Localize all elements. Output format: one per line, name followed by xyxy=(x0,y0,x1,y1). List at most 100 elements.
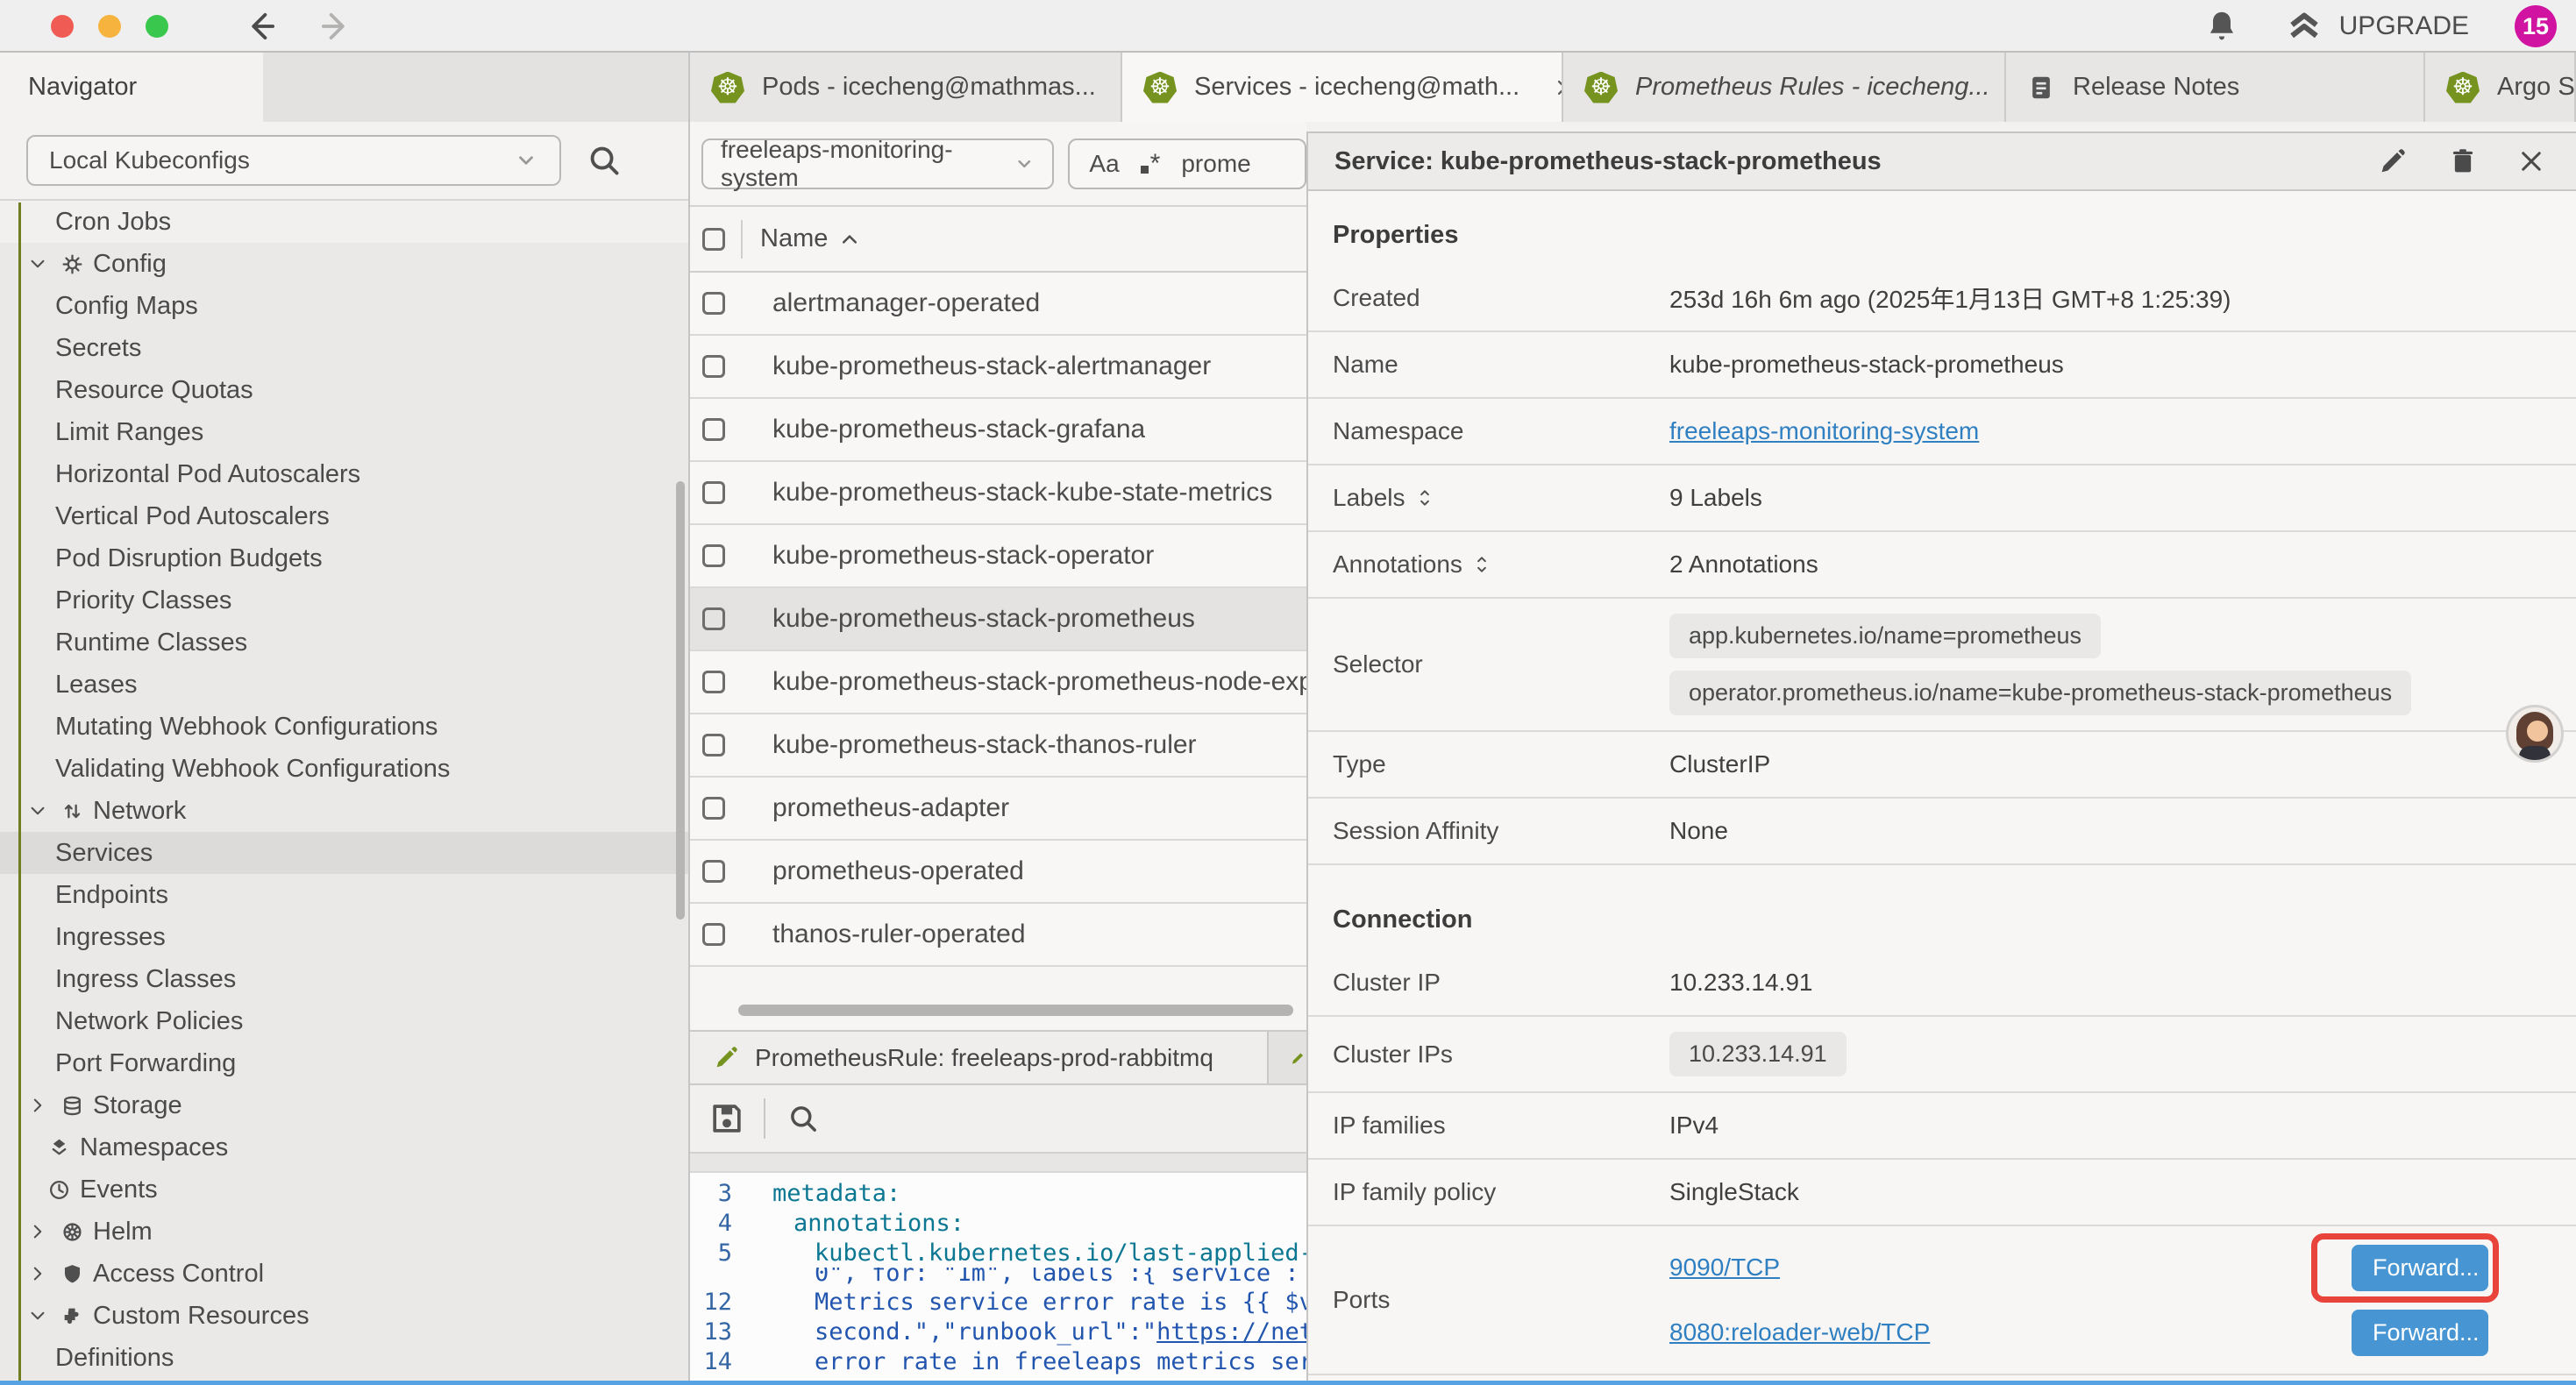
forward-button[interactable]: Forward... xyxy=(2352,1245,2488,1291)
row-checkbox[interactable] xyxy=(702,418,725,441)
row-checkbox[interactable] xyxy=(702,544,725,567)
table-row-kube-prometheus-stack-operator[interactable]: kube-prometheus-stack-operator xyxy=(690,525,1306,588)
row-checkbox[interactable] xyxy=(702,671,725,693)
back-button[interactable] xyxy=(244,10,279,43)
code-link[interactable]: https://net xyxy=(1156,1318,1306,1346)
row-checkbox[interactable] xyxy=(702,797,725,820)
chevron-right-icon[interactable] xyxy=(25,1095,51,1116)
sidebar-item-namespaces[interactable]: Namespaces xyxy=(0,1126,688,1168)
row-checkbox[interactable] xyxy=(702,292,725,315)
sidebar-item-services[interactable]: Services xyxy=(0,832,688,874)
forward-button[interactable]: Forward... xyxy=(2352,1310,2488,1356)
sidebar-item-resource-quotas[interactable]: Resource Quotas xyxy=(0,369,688,411)
bell-icon[interactable] xyxy=(2204,8,2239,45)
table-row-kube-prometheus-stack-prometheus[interactable]: kube-prometheus-stack-prometheus xyxy=(690,588,1306,651)
zoom-window-button[interactable] xyxy=(146,15,168,38)
sidebar-item-leases[interactable]: Leases xyxy=(0,664,688,706)
row-checkbox[interactable] xyxy=(702,734,725,756)
namespace-select-value: freeleaps-monitoring-system xyxy=(721,136,1014,192)
sidebar-item-ingress-classes[interactable]: Ingress Classes xyxy=(0,958,688,1000)
sidebar-search-icon[interactable] xyxy=(586,142,623,179)
sidebar-item-config-maps[interactable]: Config Maps xyxy=(0,285,688,327)
tab-release-notes[interactable]: Release Notes xyxy=(2006,53,2425,122)
sidebar-item-runtime-classes[interactable]: Runtime Classes xyxy=(0,621,688,664)
row-checkbox[interactable] xyxy=(702,355,725,378)
sidebar-item-access-control[interactable]: Access Control xyxy=(0,1253,688,1295)
chevron-down-icon[interactable] xyxy=(25,1305,51,1326)
table-row-thanos-ruler-operated[interactable]: thanos-ruler-operated xyxy=(690,904,1306,967)
sidebar-item-cron-jobs[interactable]: Cron Jobs xyxy=(0,201,688,243)
editor-tab-next-partial[interactable] xyxy=(1269,1032,1306,1083)
horizontal-scrollbar[interactable] xyxy=(738,1005,1293,1016)
table-row-prometheus-adapter[interactable]: prometheus-adapter xyxy=(690,778,1306,841)
minimize-window-button[interactable] xyxy=(98,15,121,38)
tab-pods-icecheng-mathmas[interactable]: ☸Pods - icecheng@mathmas... xyxy=(690,53,1122,122)
regex-toggle[interactable]: * xyxy=(1141,149,1161,179)
sidebar-item-limit-ranges[interactable]: Limit Ranges xyxy=(0,411,688,453)
row-checkbox[interactable] xyxy=(702,860,725,883)
table-row-alertmanager-operated[interactable]: alertmanager-operated xyxy=(690,273,1306,336)
sort-toggle-icon[interactable] xyxy=(1416,487,1434,509)
table-row-prometheus-operated[interactable]: prometheus-operated xyxy=(690,841,1306,904)
sidebar-item-storage[interactable]: Storage xyxy=(0,1084,688,1126)
save-button[interactable] xyxy=(709,1101,744,1136)
port-link-9090-tcp[interactable]: 9090/TCP xyxy=(1669,1254,1780,1282)
namespace-select[interactable]: freeleaps-monitoring-system xyxy=(701,138,1054,189)
editor-search-icon[interactable] xyxy=(786,1102,820,1135)
close-panel-icon[interactable] xyxy=(2518,148,2544,174)
yaml-editor[interactable]: 3metadata:4annotations:5kubectl.kubernet… xyxy=(690,1173,1306,1385)
table-row-kube-prometheus-stack-grafana[interactable]: kube-prometheus-stack-grafana xyxy=(690,399,1306,462)
chevron-right-icon[interactable] xyxy=(25,1263,51,1284)
tab-argo-se[interactable]: ☸Argo Se xyxy=(2425,53,2576,122)
chevron-down-icon[interactable] xyxy=(25,253,51,274)
sidebar-item-endpoints[interactable]: Endpoints xyxy=(0,874,688,916)
sidebar-item-mutating-webhook-configurations[interactable]: Mutating Webhook Configurations xyxy=(0,706,688,748)
close-tab-icon[interactable] xyxy=(1555,77,1563,98)
sidebar-item-definitions[interactable]: Definitions xyxy=(0,1337,688,1379)
kubeconfig-select[interactable]: Local Kubeconfigs xyxy=(26,135,561,186)
close-window-button[interactable] xyxy=(51,15,74,38)
sidebar-item-events[interactable]: Events xyxy=(0,1168,688,1211)
table-row-kube-prometheus-stack-thanos-ruler[interactable]: kube-prometheus-stack-thanos-ruler xyxy=(690,714,1306,778)
select-all-checkbox[interactable] xyxy=(702,228,725,251)
tab-prometheus-rules-icecheng[interactable]: ☸Prometheus Rules - icecheng... xyxy=(1563,53,2006,122)
sidebar-item-secrets[interactable]: Secrets xyxy=(0,327,688,369)
name-column-header[interactable]: Name xyxy=(741,220,859,259)
sidebar-item-config[interactable]: Config xyxy=(0,243,688,285)
sort-toggle-icon[interactable] xyxy=(1473,553,1491,576)
sidebar-scrollbar[interactable] xyxy=(676,481,685,920)
table-row-kube-prometheus-stack-alertmanager[interactable]: kube-prometheus-stack-alertmanager xyxy=(690,336,1306,399)
sidebar-item-port-forwarding[interactable]: Port Forwarding xyxy=(0,1042,688,1084)
navigator-tab[interactable]: Navigator xyxy=(0,53,263,122)
sidebar-item-vertical-pod-autoscalers[interactable]: Vertical Pod Autoscalers xyxy=(0,495,688,537)
chevron-right-icon[interactable] xyxy=(25,1221,51,1242)
editor-tab-prometheusrule[interactable]: PrometheusRule: freeleaps-prod-rabbitmq xyxy=(690,1032,1269,1083)
property-label: Created xyxy=(1308,284,1669,312)
sidebar-item-horizontal-pod-autoscalers[interactable]: Horizontal Pod Autoscalers xyxy=(0,453,688,495)
port-link-8080-reloader-web-tcp[interactable]: 8080:reloader-web/TCP xyxy=(1669,1318,1930,1346)
table-search-input[interactable]: Aa * prome xyxy=(1068,138,1306,189)
sidebar-item-network-policies[interactable]: Network Policies xyxy=(0,1000,688,1042)
sidebar-item-network[interactable]: Network xyxy=(0,790,688,832)
sidebar-item-validating-webhook-configurations[interactable]: Validating Webhook Configurations xyxy=(0,748,688,790)
sidebar-item-ingresses[interactable]: Ingresses xyxy=(0,916,688,958)
upgrade-button[interactable]: UPGRADE xyxy=(2285,9,2469,44)
chevron-down-icon[interactable] xyxy=(25,800,51,821)
assistant-avatar[interactable] xyxy=(2506,705,2564,763)
sidebar-item-pod-disruption-budgets[interactable]: Pod Disruption Budgets xyxy=(0,537,688,579)
delete-button[interactable] xyxy=(2448,146,2478,177)
forward-button[interactable] xyxy=(317,10,352,43)
table-row-kube-prometheus-stack-kube-state-metrics[interactable]: kube-prometheus-stack-kube-state-metrics xyxy=(690,462,1306,525)
row-checkbox[interactable] xyxy=(702,607,725,630)
row-checkbox[interactable] xyxy=(702,481,725,504)
row-checkbox[interactable] xyxy=(702,923,725,946)
table-row-kube-prometheus-stack-prometheus-node-expor[interactable]: kube-prometheus-stack-prometheus-node-ex… xyxy=(690,651,1306,714)
tab-services-icecheng-math[interactable]: ☸Services - icecheng@math... xyxy=(1122,53,1563,122)
sidebar-item-helm[interactable]: Helm xyxy=(0,1211,688,1253)
namespace-link[interactable]: freeleaps-monitoring-system xyxy=(1669,417,1979,444)
sidebar-item-custom-resources[interactable]: Custom Resources xyxy=(0,1295,688,1337)
match-case-toggle[interactable]: Aa xyxy=(1089,150,1119,178)
edit-button[interactable] xyxy=(2378,146,2408,176)
sidebar-item-priority-classes[interactable]: Priority Classes xyxy=(0,579,688,621)
notification-badge[interactable]: 15 xyxy=(2515,5,2557,47)
